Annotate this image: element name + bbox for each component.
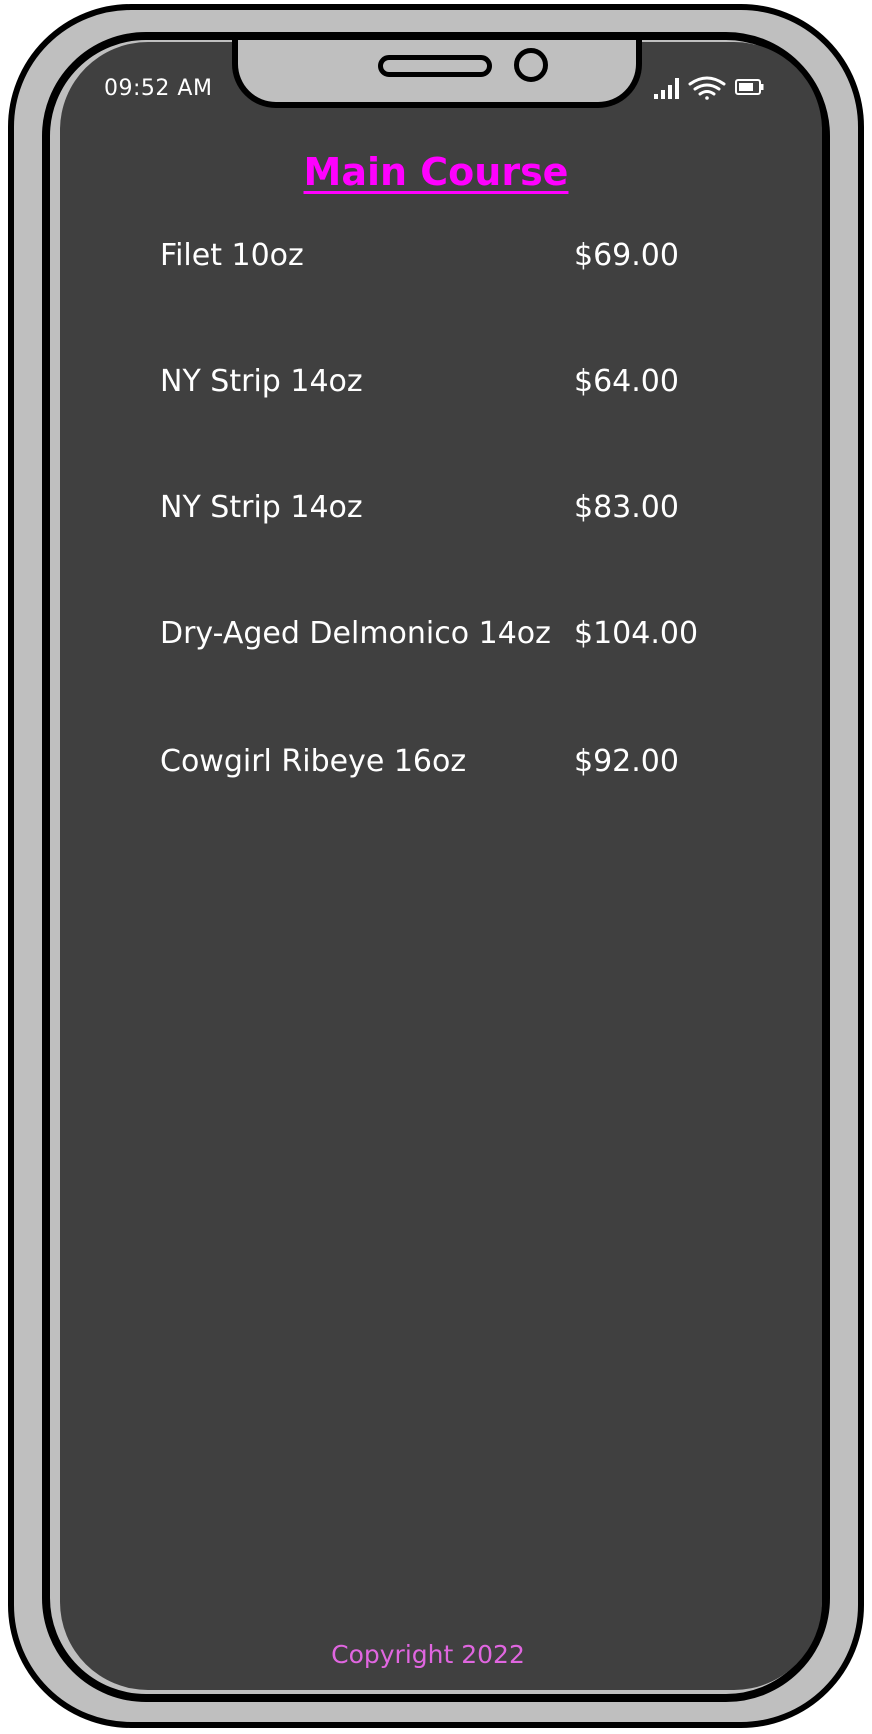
speaker-grille: [378, 55, 492, 77]
phone-mockup: 09:52 AM Main Course Filet 10oz $69.00 N…: [0, 0, 872, 1734]
menu-item-price: $64.00: [574, 364, 679, 399]
menu-item-price: $83.00: [574, 490, 679, 525]
status-time: 09:52 AM: [104, 76, 213, 101]
menu-item-price: $104.00: [574, 616, 699, 651]
menu-item[interactable]: Dry-Aged Delmonico 14oz $104.00: [160, 616, 720, 660]
menu-item-name: Cowgirl Ribeye 16oz: [160, 744, 467, 779]
front-camera: [514, 48, 548, 82]
menu-item-name: NY Strip 14oz: [160, 490, 363, 525]
menu-item[interactable]: NY Strip 14oz $64.00: [160, 364, 720, 408]
wifi-icon: [688, 76, 726, 100]
menu-item[interactable]: NY Strip 14oz $83.00: [160, 490, 720, 534]
menu-item[interactable]: Filet 10oz $69.00: [160, 238, 720, 282]
menu-item-name: Filet 10oz: [160, 238, 304, 273]
phone-screen: [60, 42, 822, 1690]
battery-icon: [735, 79, 764, 95]
page-title: Main Course: [303, 150, 569, 194]
menu-item[interactable]: Cowgirl Ribeye 16oz $92.00: [160, 744, 720, 788]
copyright-text: Copyright 2022: [331, 1640, 525, 1669]
menu-item-price: $69.00: [574, 238, 679, 273]
menu-item-name: Dry-Aged Delmonico 14oz: [160, 616, 551, 651]
signal-icon: [654, 78, 679, 99]
menu-item-name: NY Strip 14oz: [160, 364, 363, 399]
status-icons: [654, 76, 764, 100]
menu-item-price: $92.00: [574, 744, 679, 779]
